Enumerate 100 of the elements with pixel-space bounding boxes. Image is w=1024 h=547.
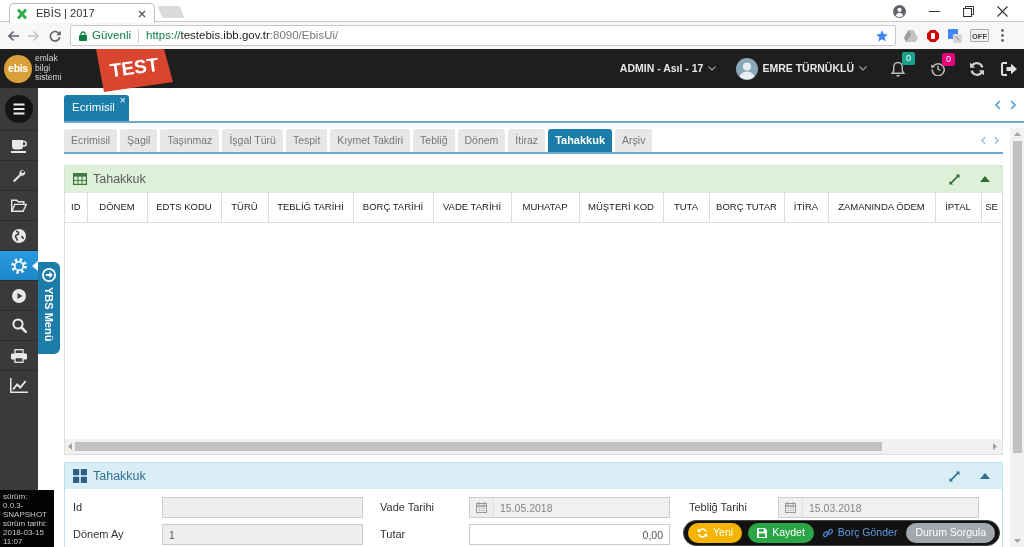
calendar-icon	[476, 502, 487, 513]
count-badge: 0	[902, 51, 915, 65]
address-bar[interactable]: Güvenli https://testebis.ibb.gov.tr:8090/EbisUi/	[70, 25, 896, 46]
chevron-down-icon	[708, 66, 717, 71]
security-label: Güvenli	[92, 27, 131, 43]
field-label: Id	[73, 500, 84, 516]
reload-icon[interactable]	[49, 29, 61, 42]
refresh-icon	[697, 528, 709, 538]
sign-out-icon[interactable]	[1001, 61, 1017, 76]
url-text: https://testebis.ibb.gov.tr:8090/EbisUi/	[146, 27, 339, 43]
field-label: Dönem Ay	[73, 527, 125, 543]
count-badge: 0	[942, 52, 955, 66]
horizontal-scrollbar[interactable]	[65, 439, 1002, 454]
close-icon[interactable]	[138, 9, 146, 18]
tab[interactable]: Şagil	[120, 129, 158, 152]
role-dropdown[interactable]: ADMIN - Asıl - 17	[619, 60, 717, 77]
build-date-label: sürüm tarihi:	[3, 519, 48, 528]
tab[interactable]: Tebliğ	[413, 129, 455, 152]
tab[interactable]: Tahakkuk	[548, 129, 613, 152]
caret-up-icon[interactable]	[980, 473, 990, 479]
settings-icon	[11, 257, 27, 274]
tab[interactable]: İşgal Türü	[222, 129, 283, 152]
browser-tab[interactable]: EBİS | 2017	[9, 3, 155, 23]
column-header[interactable]: ID	[65, 192, 87, 223]
kebab-menu-icon[interactable]	[1001, 29, 1004, 42]
back-arrow-icon[interactable]	[7, 29, 19, 42]
calendar-icon	[785, 502, 796, 513]
bell-icon[interactable]	[891, 60, 905, 77]
profile-icon[interactable]	[893, 4, 906, 18]
page-tab[interactable]: Ecrimisil ×	[64, 95, 129, 121]
cup-icon	[11, 138, 27, 153]
refresh-icon[interactable]	[969, 61, 985, 76]
column-header[interactable]: VADE TARİHİ	[433, 192, 511, 223]
column-header[interactable]: İPTAL	[935, 192, 981, 223]
logo-tagline: emlak bilgi sistemi	[35, 54, 62, 83]
favicon-icon	[16, 7, 28, 20]
close-icon[interactable]	[997, 5, 1008, 17]
build-date-value: 2018-03-15 11:07	[3, 528, 45, 546]
scrollbar-thumb[interactable]	[75, 442, 882, 451]
close-tab-button[interactable]: ×	[119, 95, 126, 106]
history-icon[interactable]	[931, 61, 945, 76]
star-icon[interactable]	[876, 29, 888, 42]
search-icon	[11, 318, 27, 333]
grid-icon	[73, 469, 87, 483]
column-header[interactable]: EDTS KODU	[147, 192, 221, 223]
menu-icon[interactable]	[5, 95, 33, 123]
restore-icon[interactable]	[963, 5, 974, 17]
caret-up-icon[interactable]	[980, 176, 990, 182]
chevron-down-icon	[859, 66, 867, 71]
expand-icon[interactable]	[949, 173, 960, 185]
logo: ebis	[4, 54, 32, 83]
play-icon	[12, 288, 26, 303]
line-chart-icon	[10, 378, 28, 393]
minimize-icon[interactable]	[929, 10, 940, 12]
column-header[interactable]: MUHATAP	[511, 192, 579, 223]
link-icon	[822, 528, 833, 538]
field-label: Vade Tarihi	[380, 500, 436, 516]
column-header[interactable]: TÜRÜ	[221, 192, 268, 223]
field-label: Tebliğ Tarihi	[689, 500, 748, 516]
tab[interactable]: Kıymet Takdiri	[330, 129, 411, 152]
folder-icon	[11, 199, 27, 212]
column-header[interactable]: TEBLİĞ TARİHİ	[268, 192, 353, 223]
tab[interactable]: Taşınmaz	[160, 129, 220, 152]
scrollbar-thumb[interactable]	[1012, 141, 1022, 453]
expand-icon[interactable]	[949, 470, 960, 482]
column-header[interactable]: ZAMANINDA ÖDEM	[828, 192, 935, 223]
chevron-right-icon[interactable]	[1010, 99, 1016, 110]
text-field[interactable]: 0,00	[469, 524, 670, 545]
vertical-scrollbar[interactable]	[1010, 128, 1024, 547]
stop-sign-icon[interactable]	[927, 29, 939, 42]
column-header[interactable]: SE	[981, 192, 1002, 223]
panel-title: Tahakkuk	[93, 170, 146, 188]
wrench-icon	[12, 168, 26, 183]
sidebar-menu-item[interactable]	[0, 250, 38, 280]
avatar-icon	[736, 57, 759, 80]
column-header[interactable]: MÜŞTERİ KOD	[579, 192, 663, 223]
table-icon	[73, 173, 87, 185]
panel-title: Tahakkuk	[93, 467, 146, 485]
column-header[interactable]: BORÇ TARİHİ	[353, 192, 433, 223]
save-icon	[757, 528, 768, 538]
arrow-circle-icon	[42, 268, 56, 282]
printer-icon	[11, 348, 27, 363]
action-link[interactable]: Borç Gönder	[819, 523, 901, 543]
column-header[interactable]: DÖNEM	[87, 192, 147, 223]
tab[interactable]: Ecrimisil	[64, 129, 118, 152]
side-menu-tab[interactable]: YBS Menü	[38, 262, 60, 354]
lock-icon	[79, 30, 87, 41]
globe-icon	[12, 228, 26, 243]
user-menu[interactable]: EMRE TÜRNÜKLÜ	[762, 60, 867, 77]
chevron-left-icon[interactable]	[995, 99, 1001, 110]
tab[interactable]: Arşiv	[615, 129, 653, 152]
tab[interactable]: İtiraz	[508, 129, 546, 152]
translate-icon[interactable]	[948, 28, 962, 43]
column-header[interactable]: BORÇ TUTAR	[709, 192, 784, 223]
field-label: Tutar	[380, 527, 407, 543]
tab[interactable]: Tespit	[285, 129, 328, 152]
version-label: sürüm:	[3, 492, 29, 501]
column-header[interactable]: TUTA	[663, 192, 709, 223]
tab[interactable]: Dönem	[457, 129, 506, 152]
column-header[interactable]: İTİRA	[784, 192, 828, 223]
